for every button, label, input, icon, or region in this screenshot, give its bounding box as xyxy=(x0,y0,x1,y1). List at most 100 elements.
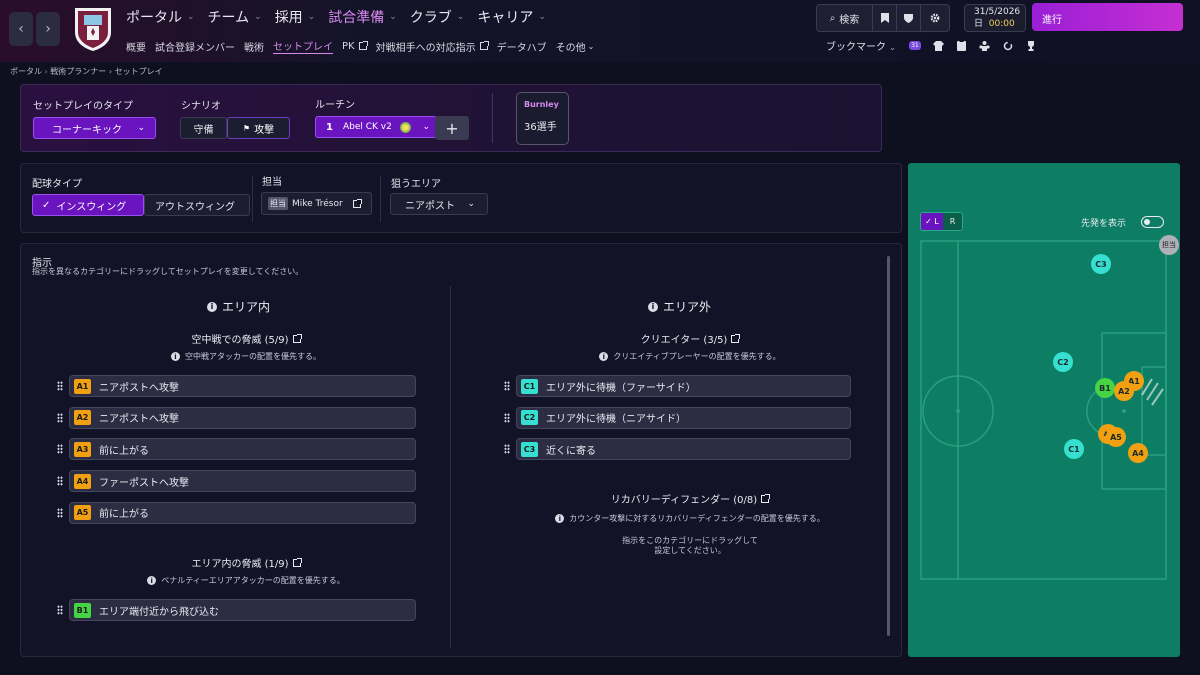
nav-item-0[interactable]: ポータル ⌄ xyxy=(126,7,195,27)
external-link-icon xyxy=(353,199,362,208)
drag-handle-icon[interactable] xyxy=(57,381,63,391)
category-description: i 空中戦アタッカーの配置を優先する。 xyxy=(76,351,416,362)
instruction-label: ファーポストへ攻撃 xyxy=(99,477,189,489)
subnav-item-1[interactable]: 試合登録メンバー xyxy=(155,38,235,54)
shield-icon[interactable] xyxy=(897,5,921,31)
instruction-label: ニアポストへ攻撃 xyxy=(99,382,179,394)
scenario-label: シナリオ xyxy=(181,101,221,112)
breadcrumb-planner[interactable]: 戦術プランナー xyxy=(50,67,106,76)
player-marker-a5[interactable]: A5 xyxy=(1106,427,1126,447)
drag-handle-icon[interactable] xyxy=(57,444,63,455)
corner-taker-marker[interactable]: 担当 xyxy=(1159,235,1179,255)
category-title: クリエイター (3/5) xyxy=(610,331,770,346)
trophy-icon[interactable] xyxy=(1025,40,1037,52)
breadcrumb-portal[interactable]: ポータル xyxy=(10,67,42,76)
external-link-icon xyxy=(479,41,489,50)
drag-handle-icon[interactable] xyxy=(57,605,63,615)
external-link-icon[interactable] xyxy=(292,333,302,343)
subnav-item-4[interactable]: PK xyxy=(342,38,368,54)
chevron-down-icon: ⌄ xyxy=(467,199,475,209)
drag-handle-icon[interactable] xyxy=(504,381,510,391)
player-marker-b1[interactable]: B1 xyxy=(1095,378,1115,398)
nav-item-5[interactable]: キャリア ⌄ xyxy=(477,7,546,27)
column-divider xyxy=(450,286,451,648)
team-card[interactable]: Burnley 36選手 xyxy=(516,92,569,145)
instruction-label: エリア端付近から飛び込む xyxy=(99,606,219,618)
toolbar: ⌕ 検索 xyxy=(816,4,950,32)
instruction-row[interactable]: B1 エリア端付近から飛び込む xyxy=(69,599,416,621)
back-button[interactable]: ‹ xyxy=(9,12,33,46)
instruction-row[interactable]: A3 前に上がる xyxy=(69,438,416,461)
forward-button[interactable]: › xyxy=(36,12,60,46)
subnav-item-3[interactable]: セットプレイ xyxy=(273,38,333,54)
target-area-label: 狙うエリア xyxy=(391,179,441,190)
staff-icon[interactable] xyxy=(979,40,991,52)
info-icon: i xyxy=(648,301,658,312)
date-display[interactable]: 31/5/2026 日 00:00 xyxy=(964,4,1026,32)
gear-icon[interactable] xyxy=(921,5,949,31)
delivery-type-label: 配球タイプ xyxy=(32,179,82,190)
bookmarks-menu[interactable]: ブックマーク ⌄ xyxy=(826,38,896,53)
kit-icon[interactable] xyxy=(933,40,945,52)
inbox-icon[interactable]: 31 xyxy=(908,40,922,52)
subnav-item-0[interactable]: 概要 xyxy=(126,38,146,54)
instruction-row[interactable]: A4 ファーポストへ攻撃 xyxy=(69,470,416,493)
refresh-icon[interactable] xyxy=(1002,40,1014,52)
drag-handle-icon[interactable] xyxy=(57,476,63,487)
player-marker-a4[interactable]: A4 xyxy=(1128,443,1148,463)
team-count: 36選手 xyxy=(524,122,557,133)
nav-item-4[interactable]: クラブ ⌄ xyxy=(410,7,465,27)
outswing-button[interactable]: アウトスウィング xyxy=(144,194,250,216)
target-area-select[interactable]: ニアポスト ⌄ xyxy=(390,193,488,215)
bookmark-icon[interactable] xyxy=(873,5,897,31)
role-chip: A4 xyxy=(74,473,91,489)
drag-handle-icon[interactable] xyxy=(57,507,63,518)
player-marker-c1[interactable]: C1 xyxy=(1064,439,1084,459)
inside-heading: i エリア内 xyxy=(207,298,270,315)
routine-select[interactable]: 1 Abel CK v2 ⌄ xyxy=(315,116,437,138)
inswing-button[interactable]: ✓ インスウィング xyxy=(32,194,144,216)
category-title: エリア内の脅威 (1/9) xyxy=(166,555,326,570)
instruction-row[interactable]: A1 ニアポストへ攻撃 xyxy=(69,375,416,397)
drag-handle-icon[interactable] xyxy=(57,412,63,423)
instruction-row[interactable]: A2 ニアポストへ攻撃 xyxy=(69,406,416,429)
external-link-icon[interactable] xyxy=(761,493,771,503)
subnav-item-5[interactable]: 対戦相手への対応指示 xyxy=(376,38,489,54)
proceed-button[interactable]: 進行 xyxy=(1032,3,1183,31)
drag-handle-icon[interactable] xyxy=(504,412,510,423)
scenario-attack-button[interactable]: ⚑ 攻撃 xyxy=(227,117,290,139)
setpiece-type-select[interactable]: コーナーキック ⌄ xyxy=(33,117,156,139)
instruction-row[interactable]: A5 前に上がる xyxy=(69,501,416,524)
role-chip: C2 xyxy=(521,410,538,426)
instruction-row[interactable]: C2 エリア外に待機（ニアサイド） xyxy=(516,406,851,429)
role-chip: C1 xyxy=(521,378,538,394)
external-link-icon[interactable] xyxy=(731,333,741,343)
instructions-subtitle: 指示を異なるカテゴリーにドラッグしてセットプレイを変更してください。 xyxy=(32,267,304,276)
taker-select[interactable]: 担当 Mike Trésor xyxy=(261,192,372,215)
clipboard-icon[interactable] xyxy=(956,40,968,52)
nav-item-3[interactable]: 試合準備 ⌄ xyxy=(328,7,397,27)
player-marker-c3[interactable]: C3 xyxy=(1091,254,1111,274)
subnav-item-2[interactable]: 戦術 xyxy=(244,38,264,54)
external-link-icon xyxy=(358,41,368,50)
scrollbar[interactable] xyxy=(887,256,890,636)
instruction-row[interactable]: C3 近くに寄る xyxy=(516,438,851,461)
club-crest-icon[interactable] xyxy=(73,6,113,52)
nav-item-1[interactable]: チーム ⌄ xyxy=(208,7,262,27)
search-button[interactable]: ⌕ 検索 xyxy=(817,5,873,31)
external-link-icon[interactable] xyxy=(292,557,302,567)
day-text: 日 xyxy=(974,19,984,29)
sub-nav: 概要 試合登録メンバー 戦術 セットプレイ PK 対戦相手への対応指示 データハブ その他 ⌄ xyxy=(126,38,603,54)
scenario-defend-button[interactable]: 守備 xyxy=(180,117,227,139)
player-marker-a2[interactable]: A2 xyxy=(1114,381,1134,401)
setpiece-type-label: セットプレイのタイプ xyxy=(33,101,133,112)
subnav-item-7[interactable]: その他 ⌄ xyxy=(556,38,595,54)
add-routine-button[interactable]: + xyxy=(435,116,469,140)
right-menu: ブックマーク ⌄ 31 xyxy=(826,38,1037,53)
instruction-row[interactable]: C1 エリア外に待機（ファーサイド） xyxy=(516,375,851,397)
plus-icon: + xyxy=(445,118,459,138)
drag-handle-icon[interactable] xyxy=(504,444,510,455)
player-marker-c2[interactable]: C2 xyxy=(1053,352,1073,372)
subnav-item-6[interactable]: データハブ xyxy=(497,38,547,54)
nav-item-2[interactable]: 採用 ⌄ xyxy=(275,7,316,27)
